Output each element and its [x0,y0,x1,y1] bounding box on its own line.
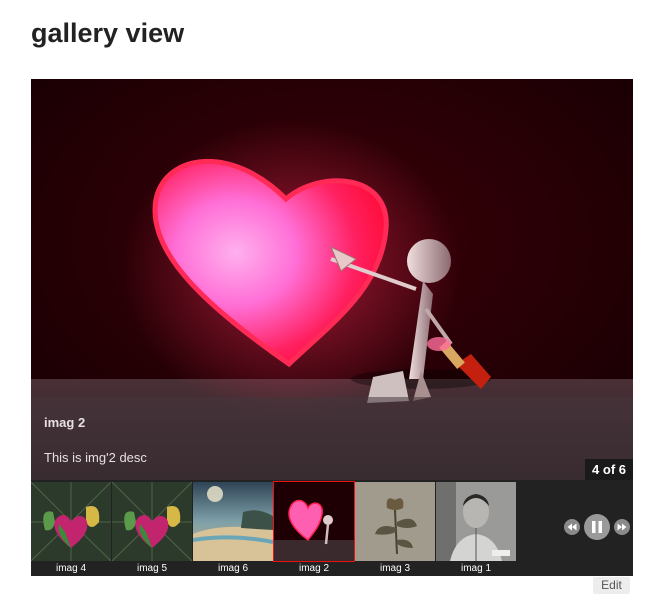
fast-forward-icon [617,523,627,531]
thumbnail-imag-5[interactable]: imag 5 [112,482,192,576]
gallery-viewer: imag 2 This is img'2 desc 4 of 6 imag 4 … [31,79,633,576]
thumbnail-imag-1[interactable]: imag 1 [436,482,516,576]
thumbnail-image [273,481,355,562]
caption-description: This is img'2 desc [44,450,147,465]
page: gallery view imag 2 This is img'2 desc 4… [0,0,656,599]
thumbnail-imag-4[interactable]: imag 4 [31,482,111,576]
thumbnail-imag-3[interactable]: imag 3 [355,482,435,576]
caption-title: imag 2 [44,415,86,430]
rewind-icon [567,523,577,531]
thumbnail-imag-6[interactable]: imag 6 [193,482,273,576]
edit-button[interactable]: Edit [593,577,630,594]
page-title: gallery view [31,18,185,48]
thumbnail-imag-2[interactable]: imag 2 [273,481,355,576]
pause-button[interactable] [584,514,610,540]
image-counter: 4 of 6 [585,459,633,480]
next-button[interactable] [614,519,630,535]
main-image-frame[interactable]: imag 2 This is img'2 desc 4 of 6 [31,79,633,480]
thumbnail-label: imag 1 [460,563,491,574]
thumbnail-image [193,482,273,561]
thumbnail-image [31,482,111,561]
thumbnail-strip: imag 4 imag 5 imag 6 imag 2 imag 3 imag … [31,480,633,576]
thumbnail-label: imag 5 [136,563,167,574]
thumbnail-image [355,482,435,561]
previous-button[interactable] [564,519,580,535]
image-caption: imag 2 This is img'2 desc [31,397,633,480]
pause-icon [592,521,602,533]
thumbnail-image [436,482,516,561]
thumbnail-label: imag 2 [298,563,329,574]
thumbnail-label: imag 4 [55,563,86,574]
playback-controls [564,512,632,542]
thumbnail-label: imag 3 [379,563,410,574]
thumbnail-label: imag 6 [217,563,248,574]
thumbnail-image [112,482,192,561]
